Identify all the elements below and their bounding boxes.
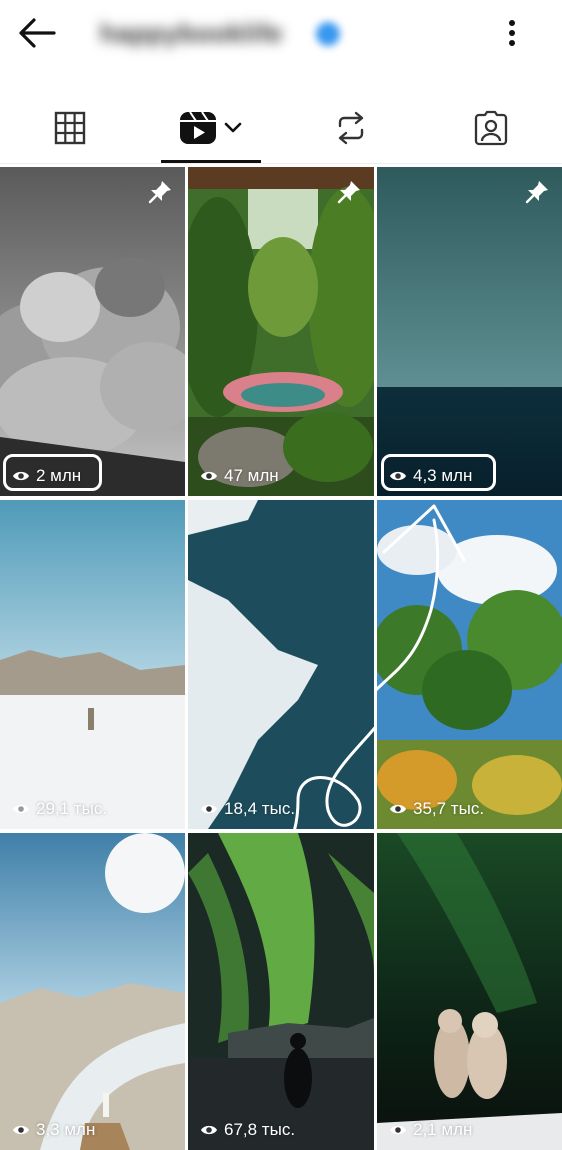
eye-icon (13, 471, 29, 481)
reel-thumbnail (377, 167, 562, 496)
pin-icon (148, 181, 171, 204)
reels-grid: 2 млн 47 млн 4,3 млн 29,1 тыс. 18,4 тыс.… (0, 167, 562, 1150)
pin-icon (525, 181, 548, 204)
view-count: 2,1 млн (389, 1120, 472, 1140)
view-count: 3,3 млн (12, 1120, 95, 1140)
chevron-down-icon (224, 122, 242, 133)
view-count-text: 47 млн (224, 466, 279, 485)
view-count-text: 67,8 тыс. (224, 1120, 296, 1139)
more-options-button[interactable] (496, 14, 528, 52)
reel-tile[interactable]: 18,4 тыс. (188, 500, 374, 829)
view-count-text: 4,3 млн (413, 466, 473, 485)
view-count-text: 29,1 тыс. (36, 799, 108, 818)
reel-tile[interactable]: 35,7 тыс. (377, 500, 562, 829)
reel-tile[interactable]: 2,1 млн (377, 833, 562, 1150)
profile-tabs (0, 92, 562, 164)
view-count: 67,8 тыс. (200, 1120, 295, 1140)
view-count-text: 2 млн (36, 466, 82, 485)
eye-icon (13, 1125, 29, 1135)
eye-icon (201, 1125, 217, 1135)
eye-icon (201, 804, 217, 814)
view-count: 29,1 тыс. (12, 799, 107, 819)
reel-thumbnail (0, 833, 185, 1150)
view-count: 4,3 млн (389, 466, 472, 486)
hand-drawn-arrow (377, 504, 466, 692)
reel-thumbnail (188, 500, 374, 829)
tab-reels[interactable] (141, 92, 281, 164)
reel-tile[interactable]: 3,3 млн (0, 833, 185, 1150)
reels-icon (180, 111, 216, 144)
profile-username[interactable]: happybooklife (100, 18, 283, 49)
view-count-text: 18,4 тыс. (224, 799, 296, 818)
reel-thumbnail (0, 500, 185, 829)
view-count: 2 млн (12, 466, 81, 486)
reel-tile[interactable]: 29,1 тыс. (0, 500, 185, 829)
tab-posts[interactable] (0, 92, 140, 164)
back-button[interactable] (14, 14, 60, 52)
reel-tile[interactable]: 47 млн (188, 167, 374, 496)
view-count: 47 млн (200, 466, 279, 486)
reel-tile[interactable]: 67,8 тыс. (188, 833, 374, 1150)
reel-thumbnail (188, 833, 374, 1150)
tab-reposts[interactable] (281, 92, 421, 164)
eye-icon (201, 471, 217, 481)
reel-thumbnail (188, 167, 374, 496)
tab-tagged[interactable] (421, 92, 561, 164)
grid-icon (54, 111, 86, 145)
verified-badge-icon (316, 22, 340, 46)
view-count-text: 3,3 млн (36, 1120, 96, 1139)
arrow-left-icon (19, 18, 56, 48)
eye-icon (13, 804, 29, 814)
reel-tile[interactable]: 2 млн (0, 167, 185, 496)
repost-icon (338, 111, 364, 145)
view-count: 18,4 тыс. (200, 799, 295, 819)
view-count-text: 2,1 млн (413, 1120, 473, 1139)
reel-tile[interactable]: 4,3 млн (377, 167, 562, 496)
view-count-text: 35,7 тыс. (413, 799, 485, 818)
pin-icon (337, 181, 360, 204)
top-bar: happybooklife (0, 0, 562, 66)
tabs-divider (0, 163, 562, 164)
view-count: 35,7 тыс. (389, 799, 484, 819)
tagged-icon (474, 110, 508, 146)
more-vertical-icon (509, 20, 515, 46)
eye-icon (390, 471, 406, 481)
reel-thumbnail (377, 833, 562, 1150)
eye-icon (390, 804, 406, 814)
reel-thumbnail (0, 167, 185, 496)
eye-icon (390, 1125, 406, 1135)
